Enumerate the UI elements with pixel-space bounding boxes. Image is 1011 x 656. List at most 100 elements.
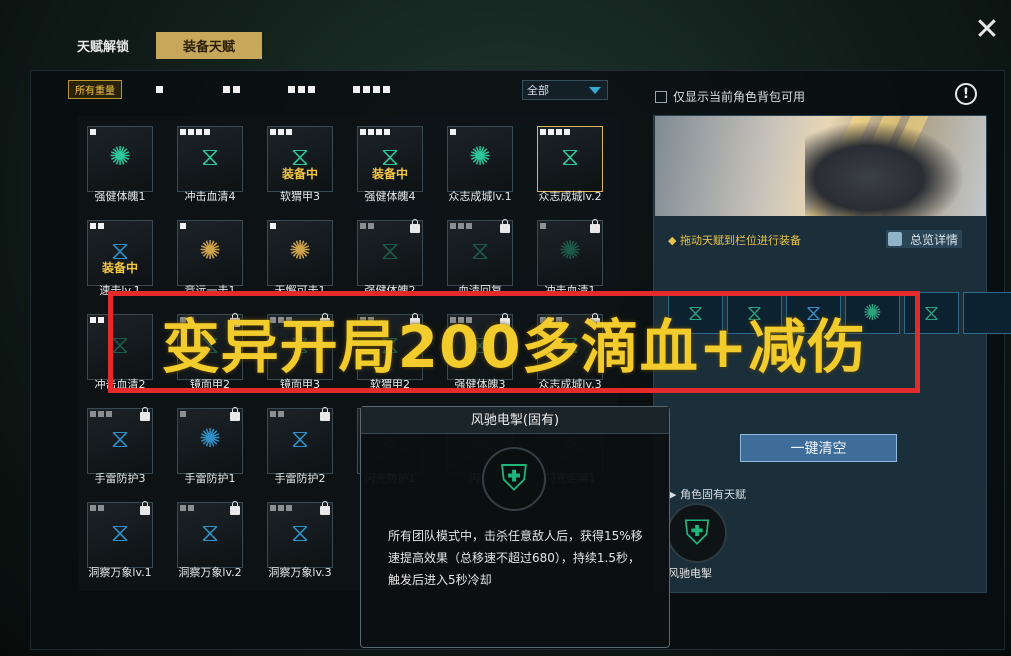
talent-card[interactable]: ⧖ 洞察万象lv.2: [177, 494, 243, 579]
talent-name: 众志成城lv.1: [448, 190, 512, 203]
tab-unlock[interactable]: 天赋解锁: [50, 32, 156, 59]
weight-dot: [270, 129, 276, 135]
tab-equip[interactable]: 装备天赋: [156, 32, 262, 59]
talent-card[interactable]: ⧖ 血清回复: [447, 212, 513, 297]
lock-icon: [140, 407, 150, 421]
talent-card[interactable]: ⧖ 众志成城lv.2: [537, 118, 603, 203]
talent-name: 洞察万象lv.1: [88, 566, 152, 579]
close-icon[interactable]: ✕: [973, 15, 1001, 45]
category-select[interactable]: 全部: [522, 80, 608, 100]
weight-dots: [90, 411, 112, 417]
weight-dot: [204, 129, 210, 135]
talent-card[interactable]: ⧖ 强健体魄2: [357, 212, 423, 297]
weight-dot: [180, 223, 186, 229]
talent-tooltip: 风驰电掣(固有) ⛨ 所有团队模式中，击杀任意敌人后，获得15%移速提高效果（总…: [360, 406, 670, 648]
talent-card[interactable]: ⧖ 手雷防护3: [87, 400, 153, 485]
filter-all-weights[interactable]: 所有重量: [68, 80, 122, 99]
equip-slot[interactable]: [963, 292, 1011, 334]
shield-star-icon: ⛨: [482, 447, 546, 511]
talent-name: 强健体魄4: [364, 190, 416, 203]
weight-dots: [180, 129, 210, 135]
weight-dots: [180, 223, 186, 229]
weight-dots: [180, 505, 194, 511]
weight-dot: [360, 129, 366, 135]
filter-weight-1[interactable]: [156, 86, 163, 93]
lock-icon: [500, 219, 510, 233]
equipped-badge: 装备中: [371, 167, 408, 181]
weight-dots: [360, 223, 374, 229]
filter-weight-4[interactable]: [353, 86, 390, 93]
lock-icon: [230, 501, 240, 515]
weight-dot: [180, 411, 186, 417]
weight-dots: [270, 505, 292, 511]
talent-card[interactable]: ✺ 无懈可击1: [267, 212, 333, 297]
equipped-badge: 装备中: [281, 167, 318, 181]
lock-icon: [230, 407, 240, 421]
weight-dots: [270, 223, 276, 229]
weight-dot: [188, 129, 194, 135]
weight-dots: [90, 505, 104, 511]
filter-weight-3[interactable]: [288, 86, 315, 93]
talent-card[interactable]: ⧖ 装备中 速击lv.1: [87, 212, 153, 297]
weight-dot: [278, 505, 284, 511]
talent-card[interactable]: ⧖ 装备中 软猬甲3: [267, 118, 333, 203]
weight-dot: [450, 129, 456, 135]
weight-dot: [458, 223, 464, 229]
weight-dot: [196, 129, 202, 135]
innate-talent-name: 风驰电掣: [668, 567, 712, 580]
talent-card[interactable]: ⧖ 冲击血清4: [177, 118, 243, 203]
checkbox[interactable]: [655, 90, 667, 103]
talent-card[interactable]: ✺ 众志成城lv.1: [447, 118, 513, 203]
lock-icon: [140, 501, 150, 515]
dna-icon: ⧖: [110, 424, 130, 454]
talent-card[interactable]: ✺ 冲击血清1: [537, 212, 603, 297]
top-tabs: 天赋解锁 装备天赋: [50, 32, 262, 59]
info-icon[interactable]: !: [955, 83, 977, 105]
talent-name: 手雷防护2: [274, 472, 326, 485]
lock-icon: [590, 219, 600, 233]
innate-talent-icon[interactable]: ⛨: [667, 503, 727, 563]
tooltip-description: 所有团队模式中，击杀任意敌人后，获得15%移速提高效果（总移速不超过680），持…: [388, 529, 643, 587]
talent-card[interactable]: ⧖ 手雷防护2: [267, 400, 333, 485]
weight-dot: [376, 129, 382, 135]
weight-dot: [106, 411, 112, 417]
clear-all-button[interactable]: 一键清空: [740, 434, 897, 462]
weight-dot: [90, 411, 96, 417]
weight-dot: [286, 129, 292, 135]
compass-icon: ✺: [469, 142, 491, 172]
talent-card[interactable]: ⧖ 洞察万象lv.1: [87, 494, 153, 579]
talent-name: 手雷防护3: [94, 472, 146, 485]
talent-name: 软猬甲3: [280, 190, 320, 203]
weight-dot: [98, 505, 104, 511]
filter-weight-2[interactable]: [223, 86, 240, 93]
weight-dot: [360, 223, 366, 229]
overview-label: 总览详情: [910, 232, 959, 247]
backpack-filter[interactable]: 仅显示当前角色背包可用: [655, 88, 805, 105]
weight-dot: [466, 223, 472, 229]
weight-dot: [450, 223, 456, 229]
talent-name: 众志成城lv.2: [538, 190, 602, 203]
talent-card[interactable]: ✺ 竞远一击1: [177, 212, 243, 297]
clipboard-icon: [888, 232, 902, 246]
weight-dot: [90, 223, 96, 229]
weight-dots: [270, 411, 284, 417]
weight-dots: [90, 223, 104, 229]
dna-icon: ⧖: [470, 236, 490, 266]
weight-dots: [360, 129, 390, 135]
dna-icon: ⧖: [110, 518, 130, 548]
talent-card[interactable]: ✺ 手雷防护1: [177, 400, 243, 485]
weight-dots: [270, 129, 292, 135]
weight-dots: [450, 223, 472, 229]
talent-card[interactable]: ✺ 强健体魄1: [87, 118, 153, 203]
talent-card[interactable]: ⧖ 洞察万象lv.3: [267, 494, 333, 579]
compass-icon: ✺: [109, 142, 131, 172]
overview-button[interactable]: 总览详情: [886, 230, 963, 248]
weight-dot: [90, 317, 96, 323]
weight-dot: [540, 129, 546, 135]
weight-dots: [450, 129, 456, 135]
compass-icon: ✺: [559, 236, 581, 266]
tooltip-title: 风驰电掣(固有): [361, 407, 669, 434]
talent-card[interactable]: ⧖ 装备中 强健体魄4: [357, 118, 423, 203]
dna-icon: ⧖: [380, 236, 400, 266]
category-select-value: 全部: [527, 84, 549, 97]
